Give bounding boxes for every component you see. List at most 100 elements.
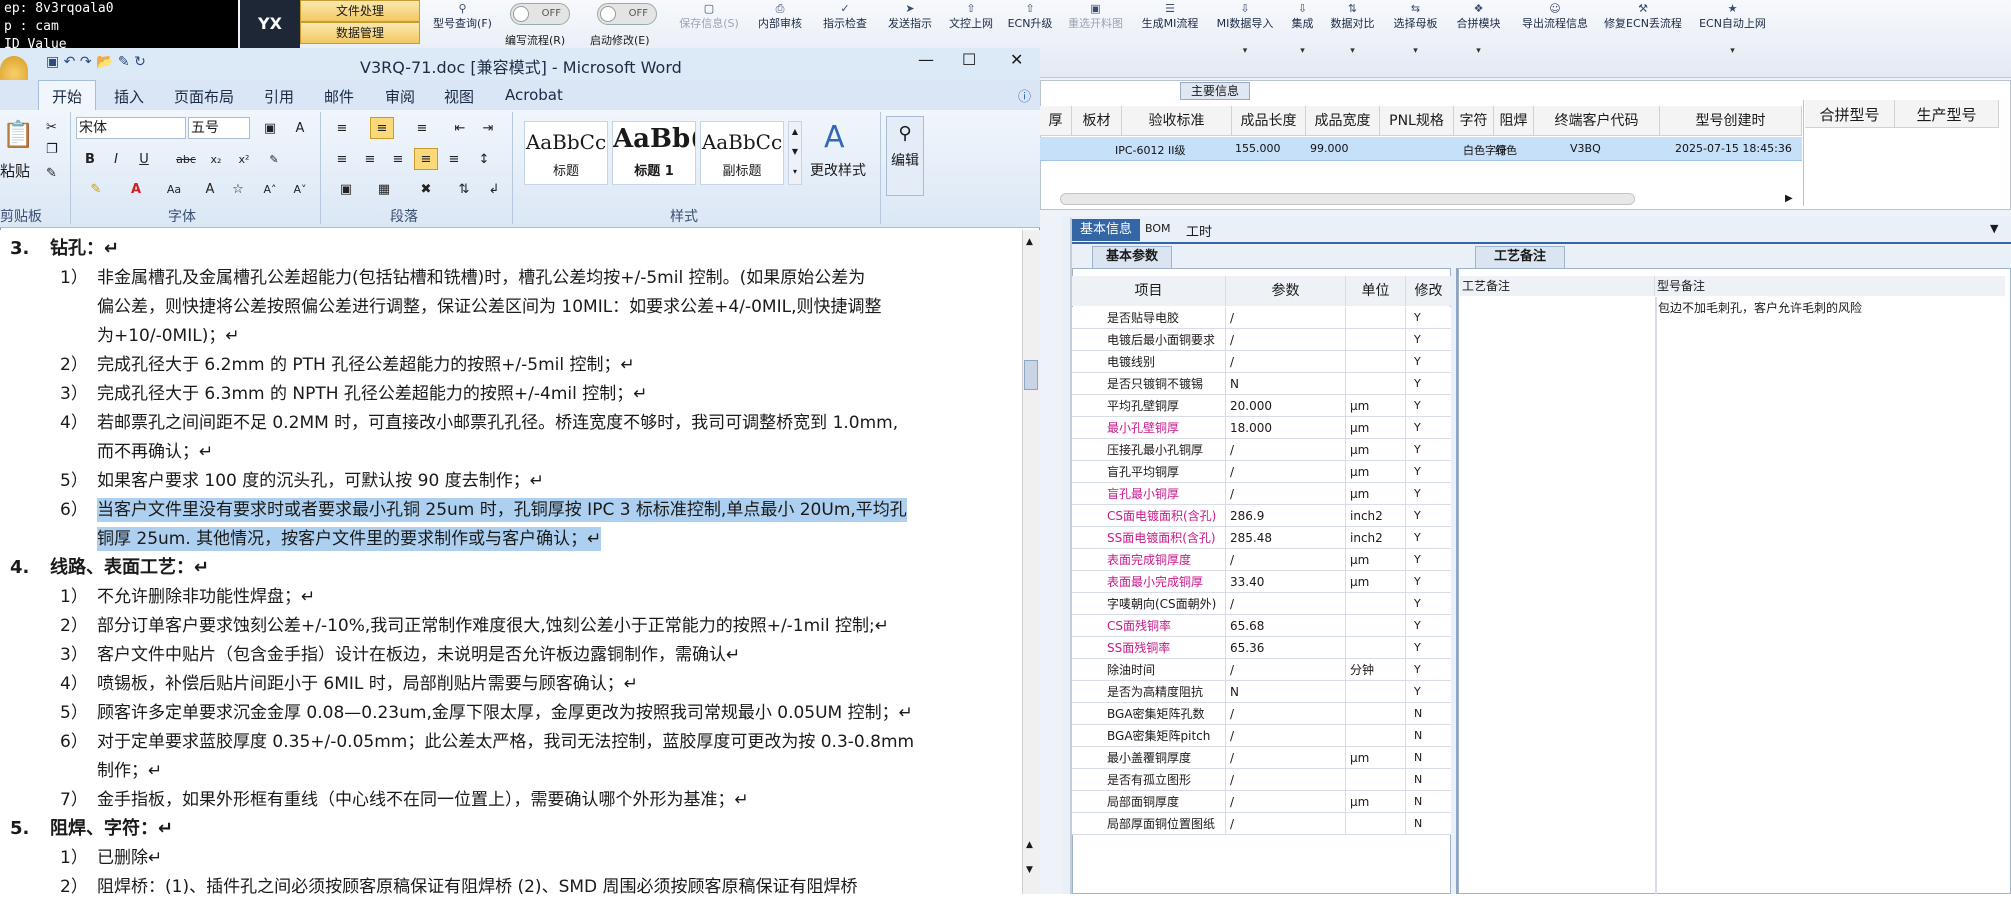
doc-line[interactable]: 当客户文件里没有要求时或者要求最小孔铜 25um 时，孔铜厚按 IPC 3 标标… xyxy=(97,498,907,522)
menu-file-processing[interactable]: 文件处理 xyxy=(300,0,420,22)
justify-icon[interactable]: ≡ xyxy=(414,148,438,170)
params-cell-value[interactable]: 18.000 xyxy=(1226,417,1346,439)
params-row[interactable]: CS面电镀面积(含孔) 286.9 inch2 Y xyxy=(1072,505,1451,527)
line-spacing-icon[interactable]: ↕ xyxy=(472,148,496,170)
params-cell-value[interactable]: / xyxy=(1226,329,1346,351)
chevron-down-icon[interactable]: ▼ xyxy=(1990,222,1998,235)
params-cell-value[interactable]: / xyxy=(1226,593,1346,615)
start-modify-toggle[interactable]: OFF xyxy=(597,3,657,25)
shrink-font-icon[interactable]: A˅ xyxy=(288,178,312,200)
params-row[interactable]: 是否贴导电胶 / Y xyxy=(1072,307,1451,329)
superscript-button[interactable]: x² xyxy=(232,148,256,170)
doc-line[interactable]: 如果客户要求 100 度的沉头孔，可默认按 90 度去制作；↵ xyxy=(97,469,544,493)
params-cell-value[interactable]: / xyxy=(1226,439,1346,461)
doc-line[interactable]: 客户文件中贴片（包含金手指）设计在板边，未说明是否允许板边露铜制作，需确认↵ xyxy=(97,643,740,667)
params-row[interactable]: SS面电镀面积(含孔) 285.48 inch2 Y xyxy=(1072,527,1451,549)
edit-flow-toggle[interactable]: OFF xyxy=(510,3,570,25)
doc-line[interactable]: 偏公差，则快捷将公差按照偏公差进行调整，保证公差区间为 10MIL：如要求公差+… xyxy=(97,295,881,319)
ribbon-tab-acrobat[interactable]: Acrobat xyxy=(505,86,563,104)
doc-line[interactable]: 部分订单客户要求蚀刻公差+/-10%,我司正常制作难度很大,蚀刻公差小于正常能力… xyxy=(97,614,889,638)
params-row[interactable]: SS面残铜率 65.36 Y xyxy=(1072,637,1451,659)
params-row[interactable]: 是否只镀铜不镀锡 N Y xyxy=(1072,373,1451,395)
fix-ecn-flow-button[interactable]: ⚒ 修复ECN丢流程 xyxy=(1602,2,1684,76)
col-header-merge-model[interactable]: 合拼型号 xyxy=(1805,100,1895,128)
params-cell-value[interactable]: / xyxy=(1226,813,1346,835)
doc-line[interactable]: 铜厚 25um. 其他情况，按客户文件里的要求制作或与客户确认；↵ xyxy=(97,527,602,551)
reselect-cutting-button[interactable]: ▣ 重选开料图 xyxy=(1063,2,1128,76)
ribbon-tab-references[interactable]: 引用 xyxy=(264,86,294,107)
help-icon[interactable]: ⓘ xyxy=(1018,86,1031,105)
doc-line[interactable]: 金手指板，如果外形框有重线（中心线不在同一位置上），需要确认哪个外形为基准；↵ xyxy=(97,788,749,812)
ecn-auto-upload-button[interactable]: ★ ECN自动上网 ▾ xyxy=(1695,2,1770,76)
doc-line[interactable]: 若邮票孔之间间距不足 0.2MM 时，可直接改小邮票孔孔径。桥连宽度不够时，我司… xyxy=(97,411,898,435)
doc-line[interactable]: 而不再确认；↵ xyxy=(97,440,213,464)
params-row[interactable]: 除油时间 / 分钟 Y xyxy=(1072,659,1451,681)
change-styles-icon[interactable]: A xyxy=(824,120,845,155)
word-vertical-scrollbar[interactable] xyxy=(1022,230,1040,894)
params-row[interactable]: 电镀线别 / Y xyxy=(1072,351,1451,373)
doc-line[interactable]: 顾客许多定单要求沉金金厚 0.08—0.23um,金厚下限太厚，金厚更改为按照我… xyxy=(97,701,913,725)
params-cell-value[interactable]: / xyxy=(1226,483,1346,505)
tab-bom[interactable]: BOM xyxy=(1145,222,1171,235)
params-row[interactable]: 最小盖覆铜厚度 / μm N xyxy=(1072,747,1451,769)
show-marks-icon[interactable]: ↲ xyxy=(482,178,506,200)
align-center-icon[interactable]: ≡ xyxy=(358,148,382,170)
col-header-width[interactable]: 成品宽度 xyxy=(1306,106,1380,136)
decrease-indent-icon[interactable]: ⇤ xyxy=(448,117,472,139)
params-row[interactable]: 是否为高精度阻抗 N Y xyxy=(1072,681,1451,703)
change-case-icon[interactable]: ▣ xyxy=(258,117,282,139)
ribbon-tab-insert[interactable]: 插入 xyxy=(114,86,144,107)
params-cell-value[interactable]: / xyxy=(1226,307,1346,329)
doc-line[interactable]: 为+10/-0MIL)；↵ xyxy=(97,324,240,348)
doc-line[interactable]: 已删除↵ xyxy=(97,846,162,870)
col-header-length[interactable]: 成品长度 xyxy=(1232,106,1306,136)
numbering-icon[interactable]: ≡ xyxy=(370,117,394,139)
change-styles-button[interactable]: 更改样式 xyxy=(810,160,866,180)
paste-icon[interactable]: 📋 xyxy=(2,120,34,150)
doc-line[interactable]: 喷锡板，补偿后贴片间距小于 6MIL 时，局部削贴片需要与顾客确认；↵ xyxy=(97,672,638,696)
italic-button[interactable]: I xyxy=(104,148,128,170)
params-row[interactable]: 盲孔平均铜厚 / μm Y xyxy=(1072,461,1451,483)
ribbon-tab-layout[interactable]: 页面布局 xyxy=(174,86,234,107)
params-cell-value[interactable]: / xyxy=(1226,351,1346,373)
params-cell-value[interactable]: / xyxy=(1226,791,1346,813)
doc-line[interactable]: 完成孔径大于 6.2mm 的 PTH 孔径公差超能力的按照+/-5mil 控制；… xyxy=(97,353,635,377)
sort-icon[interactable]: ⇅ xyxy=(452,178,476,200)
style-subtitle[interactable]: AaBbCc 副标题 xyxy=(700,121,784,185)
params-cell-value[interactable]: / xyxy=(1226,659,1346,681)
col-header-end-customer[interactable]: 终端客户代码 xyxy=(1534,106,1660,136)
minimize-icon[interactable]: — xyxy=(918,50,934,69)
styles-scroll[interactable]: ▲ ▼ ▾ xyxy=(788,121,802,185)
params-cell-value[interactable]: N xyxy=(1226,373,1346,395)
quick-access-toolbar[interactable]: ▣ ↶ ↷ 📂 ✎ ↻ xyxy=(46,54,146,70)
params-cell-value[interactable]: / xyxy=(1226,703,1346,725)
highlight-icon[interactable]: ✎ xyxy=(84,178,108,200)
doc-line[interactable]: 对于定单要求蓝胶厚度 0.35+/-0.05mm；此公差太严格，我司无法控制，蓝… xyxy=(97,730,914,754)
params-header-item[interactable]: 项目 xyxy=(1072,276,1226,306)
format-painter-icon[interactable]: ✎ xyxy=(46,166,57,181)
params-row[interactable]: CS面残铜率 65.68 Y xyxy=(1072,615,1451,637)
align-left-icon[interactable]: ≡ xyxy=(330,148,354,170)
params-header-unit[interactable]: 单位 xyxy=(1346,276,1406,306)
doc-line[interactable]: 制作；↵ xyxy=(97,759,162,783)
params-cell-value[interactable]: 286.9 xyxy=(1226,505,1346,527)
params-row[interactable]: 是否有孤立图形 / N xyxy=(1072,769,1451,791)
copy-icon[interactable]: ❐ xyxy=(46,142,58,157)
doc-line[interactable]: 完成孔径大于 6.3mm 的 NPTH 孔径公差超能力的按照+/-4mil 控制… xyxy=(97,382,647,406)
ribbon-tab-home[interactable]: 开始 xyxy=(52,86,82,107)
params-cell-value[interactable]: 65.68 xyxy=(1226,615,1346,637)
underline-button[interactable]: U xyxy=(132,148,156,170)
params-cell-value[interactable]: / xyxy=(1226,549,1346,571)
doc-heading[interactable]: 线路、表面工艺：↵ xyxy=(50,556,209,580)
params-row[interactable]: 表面最小完成铜厚 33.40 μm Y xyxy=(1072,571,1451,593)
params-header-param[interactable]: 参数 xyxy=(1226,276,1346,306)
params-cell-value[interactable]: 65.36 xyxy=(1226,637,1346,659)
doc-line[interactable]: 非金属槽孔及金属槽孔公差超能力(包括钻槽和铣槽)时，槽孔公差均按+/-5mil … xyxy=(97,266,865,290)
clear-formatting-icon[interactable]: ✎ xyxy=(262,148,286,170)
type-note-text[interactable]: 包边不加毛刺孔，客户允许毛刺的风险 xyxy=(1658,299,1862,316)
col-header-char[interactable]: 字符 xyxy=(1454,106,1494,136)
scroll-up-icon[interactable]: ▲ xyxy=(1026,237,1033,247)
font-size-select[interactable]: 五号 xyxy=(188,117,250,139)
style-title[interactable]: AaBbCc 标题 xyxy=(524,121,608,185)
char-shading-icon[interactable]: A xyxy=(198,178,222,200)
